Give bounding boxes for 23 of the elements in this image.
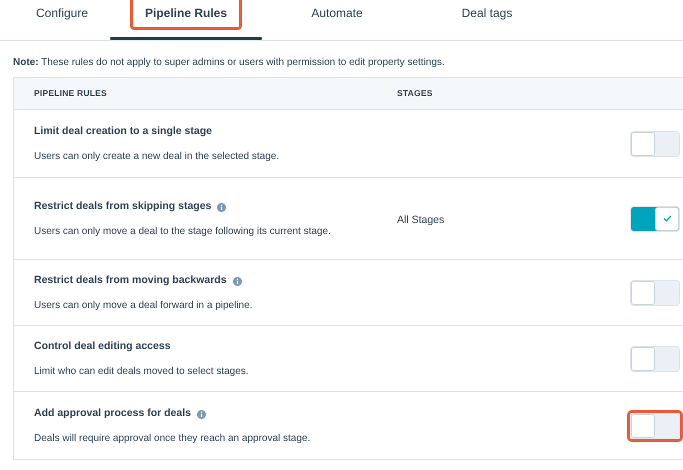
rule-title: Control deal editing access [34, 339, 171, 354]
rule-title: Limit deal creation to a single stage [34, 124, 212, 140]
column-header: STAGES [397, 87, 433, 100]
toggle-switch[interactable] [630, 130, 680, 156]
rule-title: Restrict deals from moving backwards [34, 273, 227, 288]
tab[interactable]: Configure [20, 0, 104, 30]
rule-title: Restrict deals from skipping stages [34, 199, 212, 214]
rule-title: Add approval process for deals [34, 406, 191, 422]
rule-description: Users can only move a deal forward in a pipeline. [34, 298, 254, 312]
tab[interactable]: Deal tags [446, 0, 528, 30]
toggle-switch[interactable] [630, 346, 680, 372]
stages-text: All Stages [397, 214, 444, 226]
rule-description: Users can only move a deal to the stage following its current stage. [34, 224, 332, 238]
check-icon [662, 215, 672, 222]
rule-description: Deals will require approval once they reach an approval stage. [34, 432, 312, 445]
toggle-switch[interactable] [630, 206, 680, 232]
tab[interactable]: Pipeline Rules [130, 0, 242, 30]
note-text: Note: These rules do not apply to super admins or users with permission to edit property settings. [12, 56, 446, 70]
rule-description: Limit who can edit deals moved to select stages. [34, 364, 250, 378]
toggle-switch[interactable] [630, 280, 680, 306]
column-header: PIPELINE RULES [34, 87, 108, 100]
rule-description: Users can only create a new deal in the selected stage. [34, 150, 280, 163]
tab[interactable]: Automate [296, 0, 378, 30]
